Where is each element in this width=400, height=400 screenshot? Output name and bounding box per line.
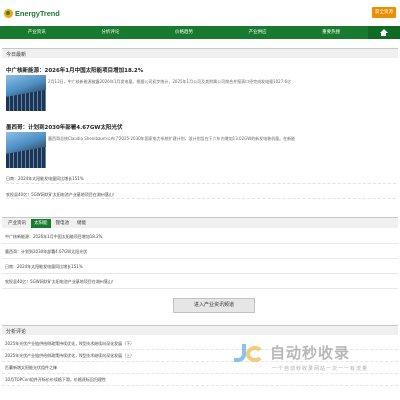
tab-storage[interactable]: 储能 — [74, 219, 89, 228]
nav-item-news[interactable]: 产业资讯 — [0, 26, 74, 39]
feature-summary: 墨西哥总统Claudia Sheinbaum公布了2025-2030年国家电力系… — [48, 136, 296, 141]
site-header: EnergyTrend 获全资源 — [0, 0, 400, 26]
category-tabs: 产业资讯 太阳能 锂电池 储能 — [2, 217, 398, 228]
analysis-section-header: 分析评论 — [2, 325, 398, 335]
nav-item-supply[interactable]: 产业供应 — [221, 26, 295, 39]
resource-button[interactable]: 获全资源 — [372, 7, 396, 18]
tab-article-list: 中广核新能源：2026年1月中国太阳能项目增加18.2% 墨西哥：计划到2030… — [2, 229, 398, 289]
list-item[interactable]: 匹赢新增太阳能光伏组件之锋 — [2, 362, 398, 374]
nav-item-hot[interactable]: 重要热搜 — [294, 26, 368, 39]
today-section-title: 今日最新 — [6, 52, 27, 58]
tab-solar[interactable]: 太阳能 — [31, 218, 51, 228]
tab-lithium[interactable]: 锂电池 — [53, 219, 73, 228]
today-line-list: 日南：2024年太阳能发电量同比增长151% 农投县40亿！5GW网状矿太阳电池… — [6, 175, 396, 199]
analysis-list: 2025年光伏产业链供给侧政策持续优化，N型技术继续向深化发展（下） 2025年… — [2, 338, 398, 386]
site-logo[interactable]: EnergyTrend — [4, 6, 60, 20]
analysis-section-title: 分析评论 — [6, 329, 27, 335]
list-item[interactable]: 墨西哥：计划到2030年部署4.67GW太阳光伏 — [2, 244, 398, 259]
nav-item-analysis[interactable]: 分析评论 — [74, 26, 148, 39]
list-item[interactable]: 2025年光伏产业链供给侧政策持续优化，N型技术继续向深化发展（上） — [2, 350, 398, 362]
nav-item-prices[interactable]: 价格趋势 — [147, 26, 221, 39]
list-item[interactable]: 中广核新能源：2026年1月中国太阳能项目增加18.2% — [2, 229, 398, 244]
home-icon — [379, 29, 388, 36]
feature-summary: 2月13日，中广核新能源披露2026年1月发电量。根据公司初步统计，2025年1… — [48, 79, 292, 84]
list-item[interactable]: 农投县40亿！5GW网状矿太阳电池产业基地项目在湖州落山！ — [6, 191, 396, 199]
main-nav: 产业资讯 分析评论 价格趋势 产业供应 重要热搜 — [0, 26, 400, 39]
today-section-header: 今日最新 — [2, 48, 398, 58]
list-item[interactable]: 日南：2024年太阳能发电量同比增长151% — [6, 175, 396, 184]
feature-title[interactable]: 墨西哥：计划到2030年部署4.67GW太阳光伏 — [6, 123, 398, 131]
energytrend-logo-icon — [4, 8, 13, 18]
nav-home-button[interactable] — [367, 26, 400, 39]
feature-title[interactable]: 中广核新能源：2026年1月中国太阳能项目增加18.2% — [6, 66, 398, 74]
list-item[interactable]: 日南：2024年太阳能发电量同比增长151% — [2, 259, 398, 274]
list-item[interactable]: 农投县40亿！5GW网状矿太阳电池产业基地项目在湖州落山！ — [2, 274, 398, 289]
enter-channel-button[interactable]: 进入产业资讯频道 — [173, 298, 255, 313]
logo-text: EnergyTrend — [15, 8, 60, 18]
solar-panel-thumbnail[interactable] — [6, 132, 46, 168]
list-item[interactable]: 2025年光伏产业链供给侧政策持续优化，N型技术继续向深化发展（下） — [2, 338, 398, 350]
solar-panel-thumbnail[interactable] — [6, 75, 46, 111]
list-item[interactable]: 10月TOPCon组件开标价价续格下滑，价格逐标回归理性 — [2, 374, 398, 386]
tab-industry-news[interactable]: 产业资讯 — [5, 219, 29, 228]
feature-article[interactable]: 中广核新能源：2026年1月中国太阳能项目增加18.2% 2月13日，中广核新能… — [2, 66, 398, 111]
feature-article[interactable]: 墨西哥：计划到2030年部署4.67GW太阳光伏 墨西哥总统Claudia Sh… — [2, 123, 398, 168]
